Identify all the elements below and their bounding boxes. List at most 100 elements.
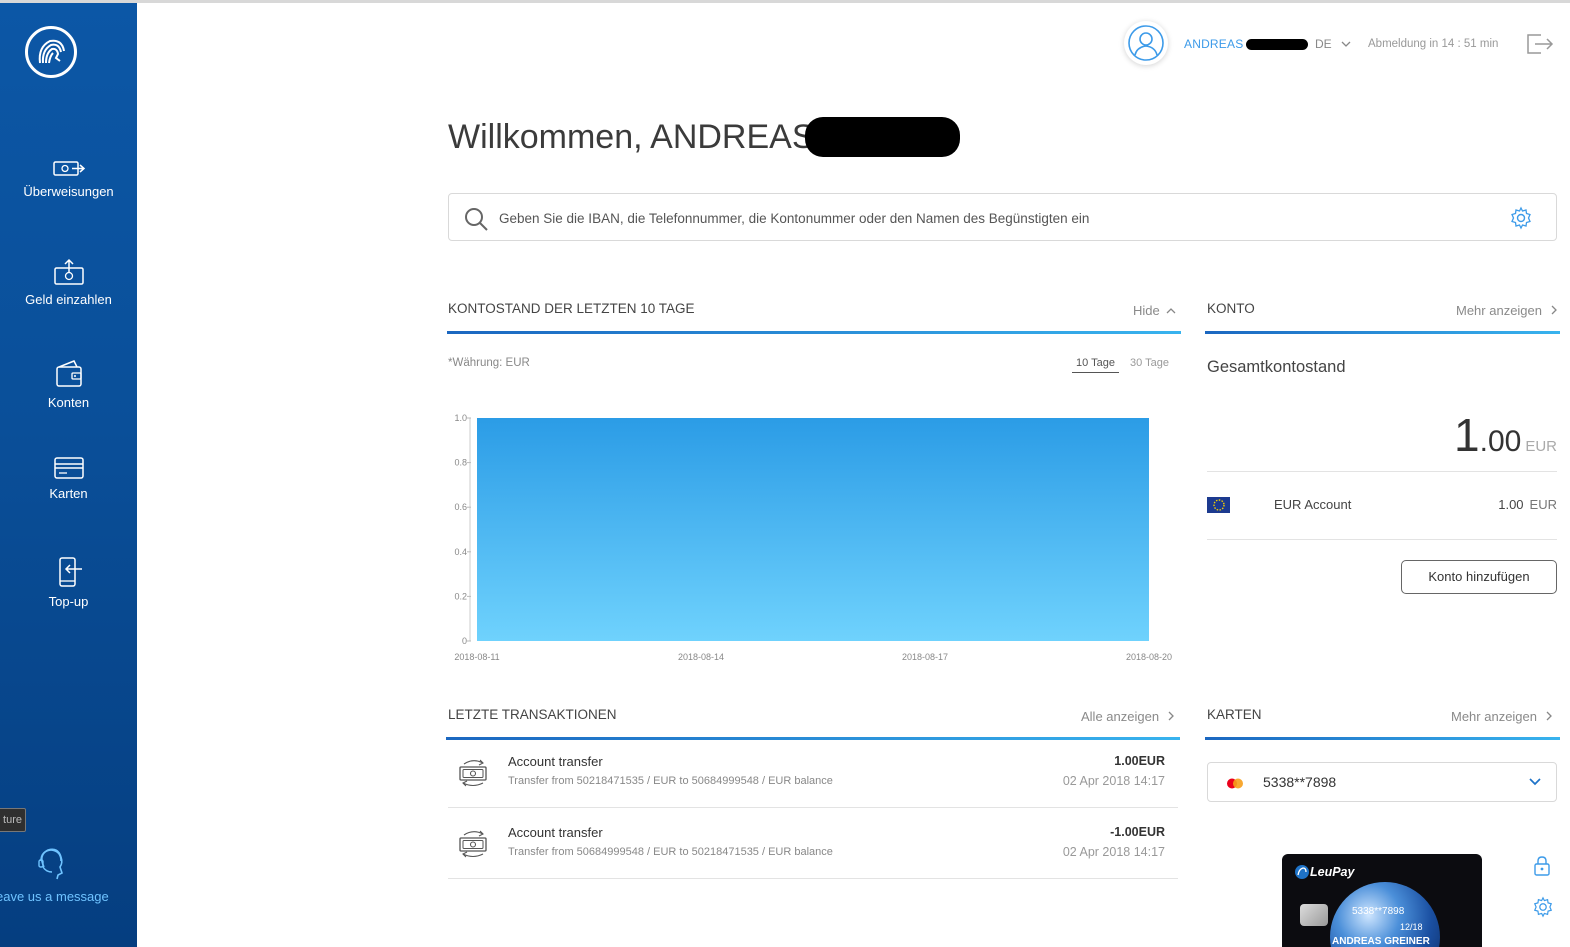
chevron-right-icon xyxy=(1546,711,1552,721)
y-tick-label: 0.2 xyxy=(454,591,467,601)
eu-flag-icon xyxy=(1207,497,1230,513)
chevron-down-icon xyxy=(1341,41,1351,47)
account-name[interactable]: EUR Account xyxy=(1274,497,1351,512)
phone-topup-icon xyxy=(58,557,82,587)
redaction-mark xyxy=(1246,39,1308,50)
total-balance-label: Gesamtkontostand xyxy=(1207,358,1346,376)
all-label: Alle anzeigen xyxy=(1081,709,1160,724)
mastercard-icon xyxy=(1227,778,1243,789)
search-input[interactable] xyxy=(499,206,1479,230)
transaction-date: 02 Apr 2018 14:17 xyxy=(1062,774,1165,788)
account-currency: EUR xyxy=(1529,497,1557,512)
search-bar xyxy=(448,193,1557,241)
card-holder: ANDREAS GREINER xyxy=(1332,936,1430,947)
leave-message-label: eave us a message xyxy=(0,889,109,904)
chevron-down-icon xyxy=(1529,778,1541,786)
selected-card-number: 5338**7898 xyxy=(1263,774,1337,790)
balance-area-chart: 0 0.2 0.4 0.6 0.8 1.0 2018-08-11 2018-08-14 2018… xyxy=(454,413,1172,662)
y-tick-label: 1.0 xyxy=(454,413,467,423)
language-selector[interactable]: DE xyxy=(1315,37,1351,51)
card-brand: LeuPay xyxy=(1310,865,1355,879)
tab-30-days[interactable]: 30 Tage xyxy=(1130,357,1169,369)
card-image[interactable]: LeuPay 5338**7898 12/18 ANDREAS GREINER xyxy=(1282,854,1482,947)
total-integer: 1 xyxy=(1454,409,1480,461)
nav-deposit[interactable]: Geld einzahlen xyxy=(0,258,137,307)
nav-label: Karten xyxy=(49,486,88,501)
total-decimal: .00 xyxy=(1479,425,1522,458)
section-underline xyxy=(1205,331,1560,334)
transaction-date: 02 Apr 2018 14:17 xyxy=(1062,845,1165,859)
x-tick-label: 2018-08-20 xyxy=(1126,652,1172,662)
total-currency: EUR xyxy=(1525,438,1557,455)
nav-label: Überweisungen xyxy=(23,184,114,199)
chevron-right-icon xyxy=(1551,305,1557,315)
card-icon xyxy=(53,457,84,479)
leupay-logo-icon xyxy=(1295,865,1309,879)
lion-logo-icon xyxy=(38,39,65,64)
y-tick-label: 0.8 xyxy=(454,458,467,468)
redaction-mark xyxy=(805,117,960,157)
deposit-icon xyxy=(53,258,84,285)
y-tick-label: 0.6 xyxy=(454,502,467,512)
konto-section-title: KONTO xyxy=(1207,301,1255,316)
support-agent-icon xyxy=(38,848,63,880)
y-tick-label: 0 xyxy=(462,636,467,646)
transaction-amount: -1.00EUR xyxy=(1110,825,1165,839)
lock-icon[interactable] xyxy=(1532,855,1552,877)
cards-more-link[interactable]: Mehr anzeigen xyxy=(1451,709,1553,724)
nav-label: Geld einzahlen xyxy=(25,292,112,307)
nav-accounts[interactable]: Konten xyxy=(0,359,137,410)
transactions-section-title: LETZTE TRANSAKTIONEN xyxy=(448,707,617,722)
page-title: Willkommen, ANDREAS xyxy=(448,118,815,156)
section-underline xyxy=(447,331,1181,334)
nav-label: Top-up xyxy=(48,594,89,609)
chevron-right-icon xyxy=(1168,711,1174,721)
x-tick-label: 2018-08-17 xyxy=(902,652,948,662)
transaction-description: Transfer from 50684999548 / EUR to 50218… xyxy=(508,846,833,858)
x-tick-label: 2018-08-14 xyxy=(678,652,724,662)
divider xyxy=(1207,471,1557,472)
user-name[interactable]: ANDREAS xyxy=(1184,37,1243,51)
search-icon xyxy=(465,208,488,231)
card-chip xyxy=(1300,904,1328,926)
avatar[interactable] xyxy=(1124,21,1168,65)
more-label: Mehr anzeigen xyxy=(1451,709,1537,724)
logo[interactable] xyxy=(25,26,77,78)
nav-transfers[interactable]: Überweisungen xyxy=(0,158,137,199)
nav-label: Konten xyxy=(47,395,90,410)
transaction-row[interactable]: Account transfer Transfer from 502184715… xyxy=(448,738,1178,808)
currency-note: *Währung: EUR xyxy=(448,357,530,369)
balance-section-title: KONTOSTAND DER LETZTEN 10 TAGE xyxy=(448,301,695,316)
transaction-row[interactable]: Account transfer Transfer from 506849995… xyxy=(448,809,1178,879)
hide-label: Hide xyxy=(1133,303,1160,318)
transfer-icon xyxy=(52,161,85,176)
money-transfer-icon xyxy=(459,830,487,858)
tab-10-days[interactable]: 10 Tage xyxy=(1072,357,1119,373)
hide-chart-button[interactable]: Hide xyxy=(1133,303,1176,318)
language-label: DE xyxy=(1315,37,1332,51)
card-select-dropdown[interactable]: 5338**7898 xyxy=(1207,762,1557,802)
add-account-button[interactable]: Konto hinzufügen xyxy=(1401,560,1557,594)
leave-message-button[interactable]: eave us a message xyxy=(0,845,137,904)
money-transfer-icon xyxy=(459,759,487,787)
transaction-title: Account transfer xyxy=(508,754,603,769)
user-icon xyxy=(1128,25,1164,61)
tooltip-chip: ture xyxy=(0,808,26,832)
nav-cards[interactable]: Karten xyxy=(0,456,137,501)
nav-topup[interactable]: Top-up xyxy=(0,556,137,609)
chevron-up-icon xyxy=(1166,308,1176,314)
cards-section-title: KARTEN xyxy=(1207,707,1262,722)
card-settings-gear-icon[interactable] xyxy=(1532,896,1554,918)
transaction-amount: 1.00EUR xyxy=(1114,754,1165,768)
total-balance-value: 1.00 EUR xyxy=(1207,408,1557,462)
divider xyxy=(1207,539,1557,540)
y-tick-label: 0.4 xyxy=(454,547,467,557)
logout-icon[interactable] xyxy=(1525,31,1555,57)
settings-gear-icon[interactable] xyxy=(1509,206,1533,230)
sidebar: Überweisungen Geld einzahlen Konten Kart… xyxy=(0,3,137,947)
transactions-all-link[interactable]: Alle anzeigen xyxy=(1081,709,1175,724)
konto-more-link[interactable]: Mehr anzeigen xyxy=(1456,303,1558,318)
account-balance: 1.00 EUR xyxy=(1480,497,1557,512)
card-expiry: 12/18 xyxy=(1400,922,1423,932)
logout-timer: Abmeldung in 14 : 51 min xyxy=(1368,38,1499,50)
